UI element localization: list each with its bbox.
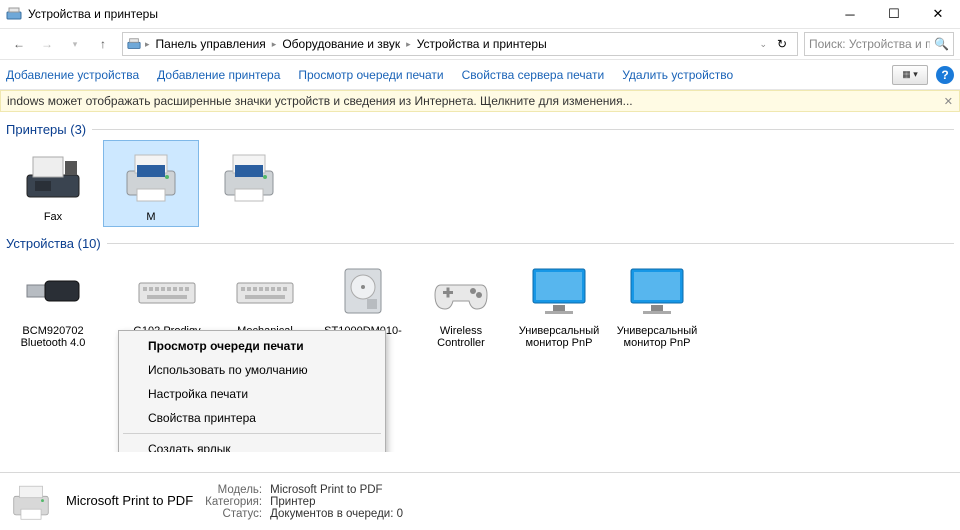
menu-view-queue[interactable]: Просмотр очереди печати bbox=[122, 334, 382, 358]
device-item[interactable]: M bbox=[104, 141, 198, 226]
search-placeholder: Поиск: Устройства и принте... bbox=[809, 37, 930, 51]
breadcrumb-item[interactable]: Панель управления bbox=[154, 35, 268, 53]
command-bar: Добавление устройства Добавление принтер… bbox=[0, 60, 960, 90]
keyboard-icon bbox=[135, 261, 199, 321]
view-options-button[interactable]: ▦ ▾ bbox=[892, 65, 928, 85]
status-value: Документов в очереди: 0 bbox=[270, 508, 403, 520]
hdd-icon bbox=[331, 261, 395, 321]
back-button[interactable]: ← bbox=[6, 31, 32, 57]
device-item[interactable] bbox=[202, 141, 296, 226]
model-value: Microsoft Print to PDF bbox=[270, 484, 403, 496]
monitor-icon bbox=[625, 261, 689, 321]
status-label: Статус: bbox=[205, 508, 262, 520]
fax-icon bbox=[21, 147, 85, 207]
details-grid: Модель: Microsoft Print to PDF Категория… bbox=[205, 484, 403, 520]
model-label: Модель: bbox=[205, 484, 262, 496]
chevron-right-icon[interactable]: ▸ bbox=[406, 39, 411, 50]
group-title: Устройства (10) bbox=[6, 236, 101, 251]
printer-icon bbox=[119, 147, 183, 207]
up-button[interactable]: ↑ bbox=[90, 31, 116, 57]
server-props-button[interactable]: Свойства сервера печати bbox=[462, 68, 605, 82]
divider bbox=[92, 129, 954, 130]
info-text: indows может отображать расширенные знач… bbox=[7, 94, 633, 108]
recent-dropdown[interactable]: ▾ bbox=[62, 31, 88, 57]
device-label: M bbox=[146, 211, 155, 224]
help-button[interactable]: ? bbox=[936, 66, 954, 84]
maximize-button[interactable]: ☐ bbox=[872, 0, 916, 28]
add-device-button[interactable]: Добавление устройства bbox=[6, 68, 139, 82]
menu-create-shortcut[interactable]: Создать ярлык bbox=[122, 437, 382, 452]
breadcrumb-item[interactable]: Оборудование и звук bbox=[280, 35, 402, 53]
device-label: Универсальный монитор PnP bbox=[514, 325, 604, 350]
group-title: Принтеры (3) bbox=[6, 122, 86, 137]
device-item[interactable]: Универсальный монитор PnP bbox=[512, 255, 606, 352]
devices-icon bbox=[127, 37, 141, 51]
search-input[interactable]: Поиск: Устройства и принте... 🔍 bbox=[804, 32, 954, 56]
category-label: Категория: bbox=[205, 496, 262, 508]
title-bar: Устройства и принтеры ─ ☐ ✕ bbox=[0, 0, 960, 28]
refresh-button[interactable]: ↻ bbox=[771, 37, 793, 51]
printer-icon bbox=[8, 479, 54, 525]
context-menu: Просмотр очереди печати Использовать по … bbox=[118, 330, 386, 452]
chevron-right-icon[interactable]: ▸ bbox=[145, 39, 150, 50]
device-item[interactable]: Wireless Controller bbox=[414, 255, 508, 352]
breadcrumb-item[interactable]: Устройства и принтеры bbox=[415, 35, 549, 53]
device-item[interactable]: Fax bbox=[6, 141, 100, 226]
details-pane: Microsoft Print to PDF Модель: Microsoft… bbox=[0, 472, 960, 530]
window-title: Устройства и принтеры bbox=[28, 7, 158, 21]
device-item[interactable]: BCM920702 Bluetooth 4.0 bbox=[6, 255, 100, 352]
menu-printer-props[interactable]: Свойства принтера bbox=[122, 406, 382, 430]
add-printer-button[interactable]: Добавление принтера bbox=[157, 68, 280, 82]
details-name: Microsoft Print to PDF bbox=[66, 493, 193, 508]
printer-icon bbox=[217, 147, 281, 207]
chevron-right-icon[interactable]: ▸ bbox=[272, 39, 277, 50]
printers-list: Fax M bbox=[0, 141, 960, 226]
window-controls: ─ ☐ ✕ bbox=[828, 0, 960, 28]
breadcrumb[interactable]: ▸ Панель управления ▸ Оборудование и зву… bbox=[122, 32, 798, 56]
device-label: Wireless Controller bbox=[416, 325, 506, 350]
device-label: Fax bbox=[44, 211, 62, 224]
device-item[interactable]: Универсальный монитор PnP bbox=[610, 255, 704, 352]
forward-button[interactable]: → bbox=[34, 31, 60, 57]
view-queue-button[interactable]: Просмотр очереди печати bbox=[298, 68, 443, 82]
remove-device-button[interactable]: Удалить устройство bbox=[622, 68, 733, 82]
category-value: Принтер bbox=[270, 496, 403, 508]
navigation-bar: ← → ▾ ↑ ▸ Панель управления ▸ Оборудован… bbox=[0, 28, 960, 60]
divider bbox=[107, 243, 954, 244]
group-header-devices[interactable]: Устройства (10) bbox=[0, 226, 960, 255]
usb-icon bbox=[21, 261, 85, 321]
content-area: Принтеры (3) Fax M Устройства (10) BCM920… bbox=[0, 112, 960, 452]
info-close-button[interactable]: ✕ bbox=[944, 95, 953, 108]
details-text: Microsoft Print to PDF bbox=[66, 493, 193, 510]
devices-icon bbox=[6, 6, 22, 22]
close-button[interactable]: ✕ bbox=[916, 0, 960, 28]
search-icon: 🔍 bbox=[934, 37, 949, 51]
device-label: Универсальный монитор PnP bbox=[612, 325, 702, 350]
group-header-printers[interactable]: Принтеры (3) bbox=[0, 112, 960, 141]
monitor-icon bbox=[527, 261, 591, 321]
menu-separator bbox=[123, 433, 381, 434]
menu-set-default[interactable]: Использовать по умолчанию bbox=[122, 358, 382, 382]
minimize-button[interactable]: ─ bbox=[828, 0, 872, 28]
chevron-down-icon[interactable]: ⌄ bbox=[759, 39, 767, 50]
gamepad-icon bbox=[429, 261, 493, 321]
keyboard-icon bbox=[233, 261, 297, 321]
device-label: BCM920702 Bluetooth 4.0 bbox=[8, 325, 98, 350]
info-bar[interactable]: indows может отображать расширенные знач… bbox=[0, 90, 960, 112]
menu-print-prefs[interactable]: Настройка печати bbox=[122, 382, 382, 406]
